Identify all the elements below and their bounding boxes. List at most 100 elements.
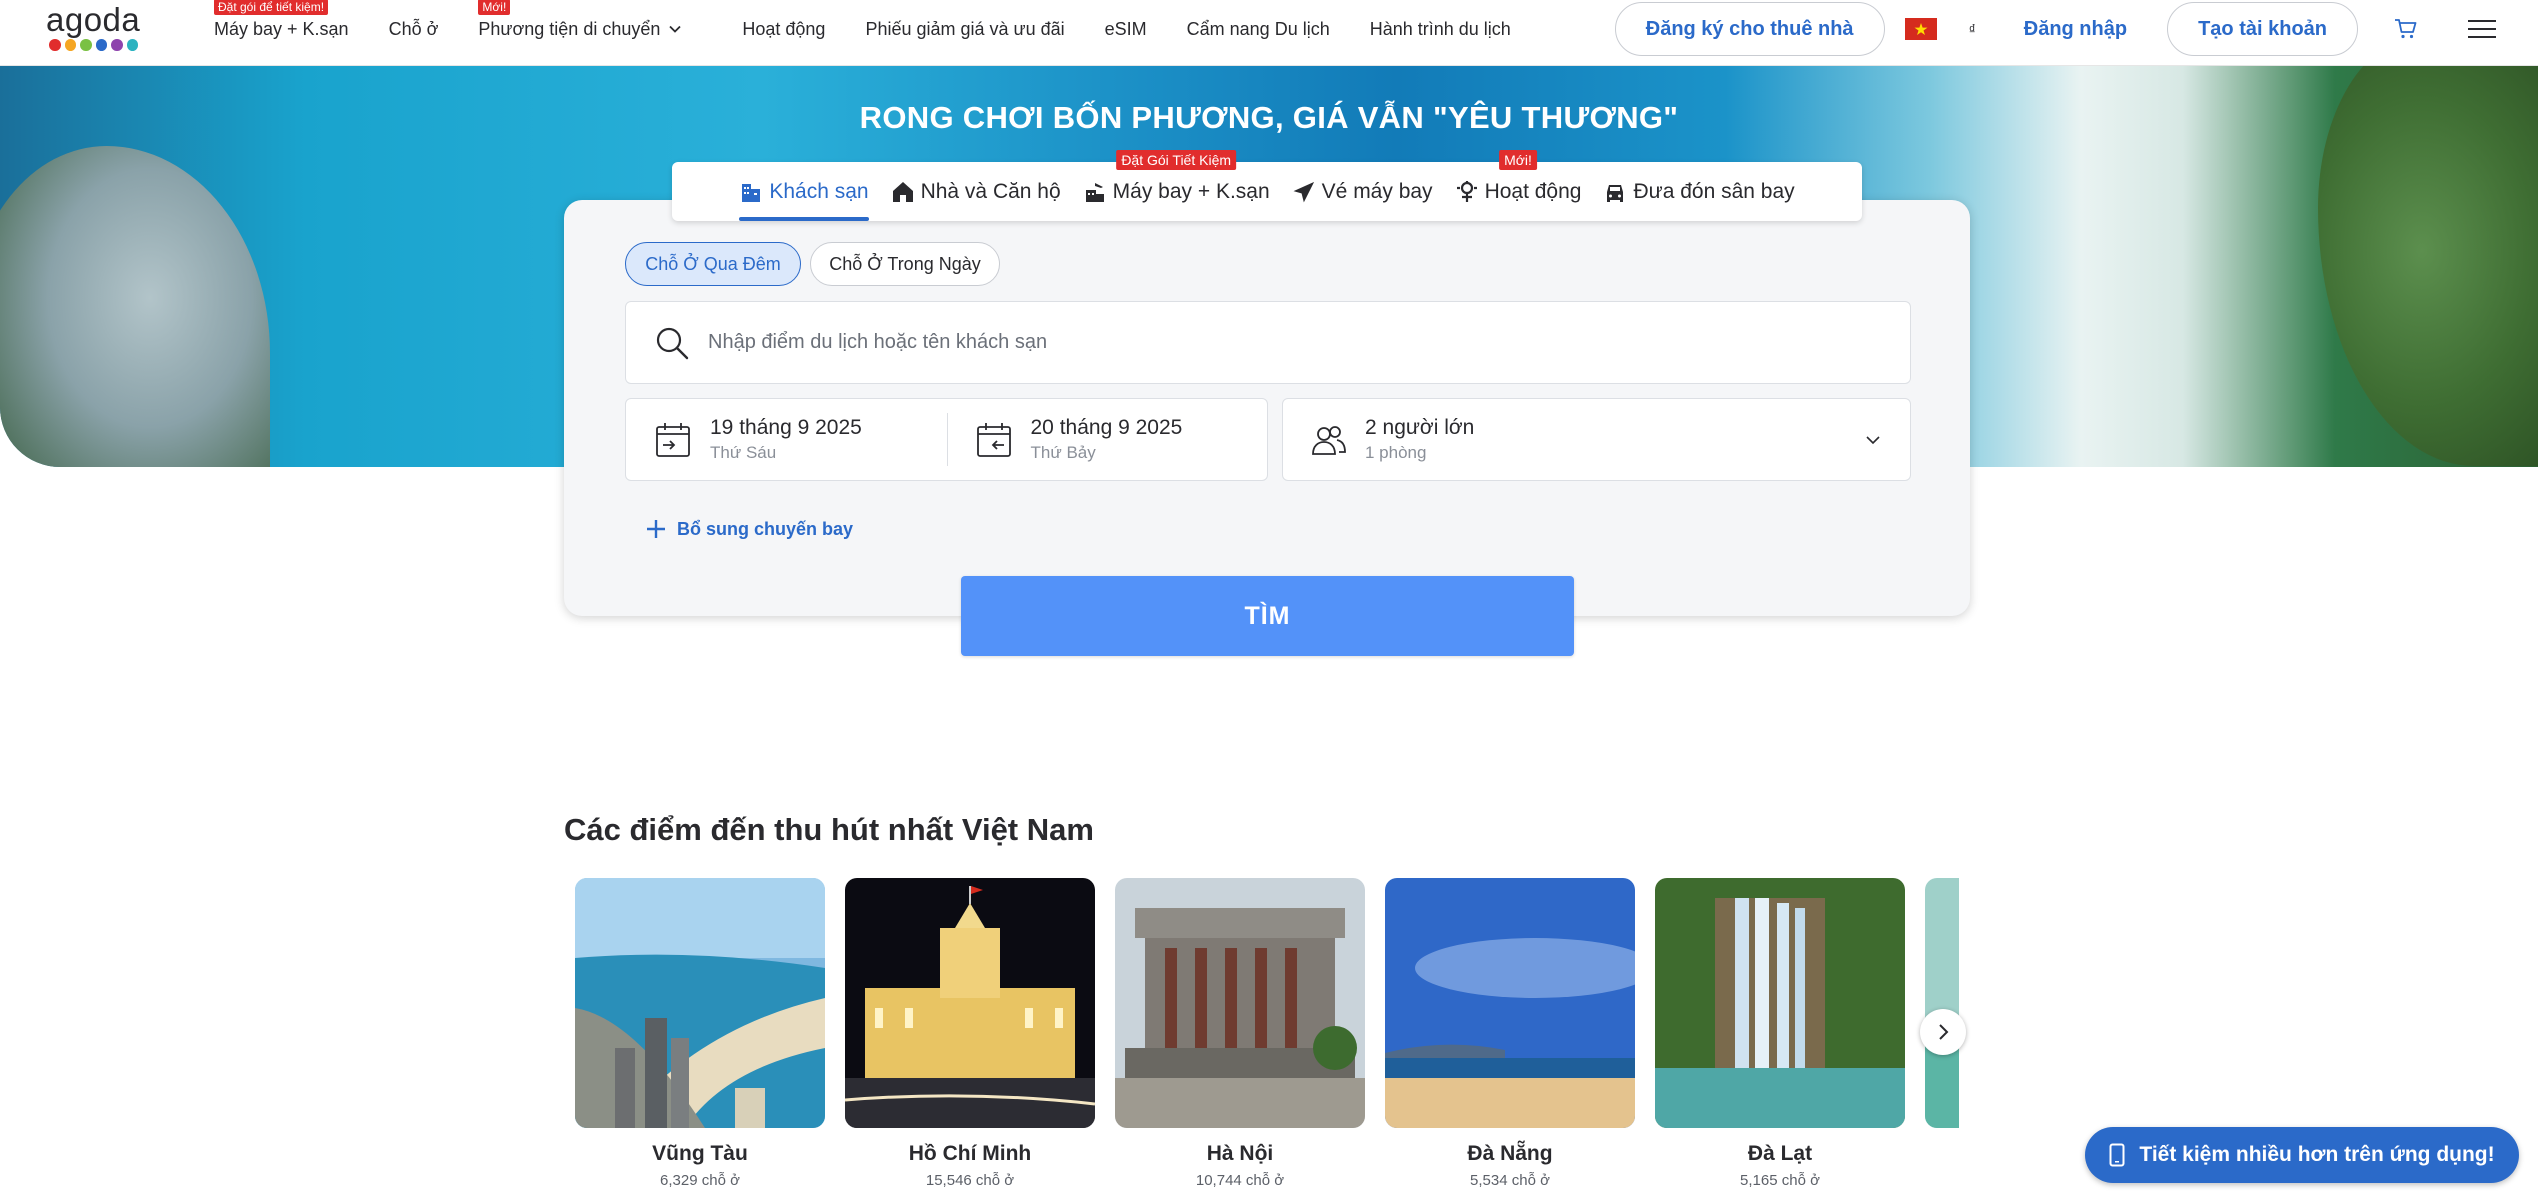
destination-image xyxy=(845,878,1095,1128)
check-in-date: 19 tháng 9 2025 xyxy=(710,416,862,439)
nav-label: Phiếu giảm giá và ưu đãi xyxy=(865,18,1065,39)
destination-count: 15,546 chỗ ở xyxy=(925,1172,1015,1189)
destination-name: Hồ Chí Minh xyxy=(908,1142,1032,1165)
calendar-checkin-icon xyxy=(656,422,690,457)
destination-card-partial[interactable] xyxy=(1925,878,1959,1128)
destination-count: 5,165 chỗ ở xyxy=(1740,1172,1820,1189)
destination-count: 5,534 chỗ ở xyxy=(1470,1172,1550,1189)
search-card: Chỗ Ở Qua Đêm Chỗ Ở Trong Ngày 19 tháng … xyxy=(564,200,1970,616)
destination-card-da-nang[interactable]: Đà Nẵng 5,534 chỗ ở xyxy=(1385,878,1635,1189)
nav-accommodation[interactable]: Chỗ ở xyxy=(389,0,439,58)
guests-room-selector[interactable]: 2 người lớn 1 phòng xyxy=(1282,398,1911,481)
tab-homes[interactable]: Nhà và Căn hộ xyxy=(891,162,1061,221)
nav-esim[interactable]: eSIM xyxy=(1105,0,1147,58)
nav-flight-hotel[interactable]: Đặt gói để tiết kiệm! Máy bay + K.sạn xyxy=(214,0,349,58)
destination-name: Hà Nội xyxy=(1206,1142,1274,1165)
tab-label: Đưa đón sân bay xyxy=(1633,179,1795,203)
destination-name: Vũng Tàu xyxy=(652,1142,748,1165)
destination-card-ha-noi[interactable]: Hà Nội 10,744 chỗ ở xyxy=(1115,878,1365,1189)
currency-selector[interactable]: ₫ xyxy=(1969,21,1976,37)
destination-card-ho-chi-minh[interactable]: Hồ Chí Minh 15,546 chỗ ở xyxy=(845,878,1095,1189)
destinations-title: Các điểm đến thu hút nhất Việt Nam xyxy=(564,812,1094,847)
flight-hotel-icon xyxy=(1085,182,1104,202)
destination-image xyxy=(1385,878,1635,1128)
destination-input[interactable] xyxy=(708,331,1910,354)
nav-activities[interactable]: Hoạt động xyxy=(742,0,825,58)
destination-name: Đà Nẵng xyxy=(1467,1142,1553,1165)
hamburger-menu-icon[interactable] xyxy=(2468,18,2496,40)
phone-icon xyxy=(2109,1143,2125,1167)
tab-label: Máy bay + K.sạn xyxy=(1112,179,1270,203)
agoda-logo[interactable]: agoda xyxy=(46,1,141,56)
day-use-toggle[interactable]: Chỗ Ở Trong Ngày xyxy=(810,242,1000,286)
nav-itinerary[interactable]: Hành trình du lịch xyxy=(1370,0,1511,58)
tab-label: Khách sạn xyxy=(769,179,869,203)
vietnam-flag-icon[interactable] xyxy=(1904,18,1937,40)
destination-image xyxy=(1925,878,1959,1128)
destination-count: 10,744 chỗ ở xyxy=(1195,1172,1285,1189)
nav-label: Cẩm nang Du lịch xyxy=(1186,18,1330,39)
check-out-day: Thứ Bảy xyxy=(1030,443,1096,462)
home-icon xyxy=(892,181,913,202)
nav-label: Phương tiện di chuyển xyxy=(478,18,661,39)
cart-icon[interactable] xyxy=(2394,18,2418,40)
destination-card-da-lat[interactable]: Đà Lạt 5,165 chỗ ở xyxy=(1655,878,1905,1189)
tab-badge: Đặt Gói Tiết Kiệm xyxy=(1116,150,1237,170)
tab-activities[interactable]: Mới! Hoạt động xyxy=(1455,150,1582,221)
create-account-button[interactable]: Tạo tài khoản xyxy=(2167,2,2358,56)
search-button[interactable]: TÌM xyxy=(961,576,1574,656)
add-flight-label: Bổ sung chuyến bay xyxy=(677,518,854,539)
plus-icon xyxy=(647,520,665,538)
tab-flights[interactable]: Vé máy bay xyxy=(1292,162,1433,221)
destination-image xyxy=(575,878,825,1128)
nav-label: Hành trình du lịch xyxy=(1369,18,1511,39)
destination-image xyxy=(1115,878,1365,1128)
chevron-down-icon xyxy=(669,25,682,33)
check-out-text: 20 tháng 9 2025 Thứ Bảy xyxy=(1031,416,1183,463)
tab-hotels[interactable]: Khách sạn xyxy=(739,162,869,221)
tab-label: Hoạt động xyxy=(1484,179,1582,203)
destination-count: 6,329 chỗ ở xyxy=(660,1172,740,1189)
app-download-banner[interactable]: Tiết kiệm nhiều hơn trên ứng dụng! xyxy=(2085,1127,2519,1183)
overnight-stay-toggle[interactable]: Chỗ Ở Qua Đêm xyxy=(625,242,801,286)
nav-badge: Đặt gói để tiết kiệm! xyxy=(214,0,329,15)
header-actions: Đăng ký cho thuê nhà ₫ Đăng nhập Tạo tài… xyxy=(1614,0,2538,58)
destination-card-vung-tau[interactable]: Vũng Tàu 6,329 chỗ ở xyxy=(575,878,825,1189)
nav-travel-guide[interactable]: Cẩm nang Du lịch xyxy=(1187,0,1330,58)
tab-airport-transfer[interactable]: Đưa đón sân bay xyxy=(1603,162,1795,221)
logo-dots xyxy=(49,39,138,51)
destination-image xyxy=(1655,878,1905,1128)
add-flight-button[interactable]: Bổ sung chuyến bay xyxy=(645,518,853,540)
car-icon xyxy=(1607,184,1624,202)
carousel-next-button[interactable] xyxy=(1920,1009,1966,1055)
hero-rock-left xyxy=(0,146,270,467)
nav-label: Chỗ ở xyxy=(388,18,439,39)
check-in-field[interactable]: 19 tháng 9 2025 Thứ Sáu xyxy=(626,399,947,480)
check-out-date: 20 tháng 9 2025 xyxy=(1030,416,1183,439)
check-out-field[interactable]: 20 tháng 9 2025 Thứ Bảy xyxy=(946,399,1268,480)
destinations-carousel: Vũng Tàu 6,329 chỗ ở Hồ Chí Minh 15,546 … xyxy=(575,878,1959,1199)
list-property-button[interactable]: Đăng ký cho thuê nhà xyxy=(1614,2,1885,56)
tab-flight-hotel[interactable]: Đặt Gói Tiết Kiệm Máy bay + K.sạn xyxy=(1083,150,1270,221)
nav-label: eSIM xyxy=(1104,18,1147,39)
people-icon xyxy=(1312,425,1346,455)
nav-label: Máy bay + K.sạn xyxy=(214,18,349,39)
login-link[interactable]: Đăng nhập xyxy=(2024,18,2127,41)
nav-transport[interactable]: Mới! Phương tiện di chuyển xyxy=(478,0,682,58)
search-icon xyxy=(656,327,689,359)
hotel-icon xyxy=(742,183,761,202)
chevron-down-icon xyxy=(1866,436,1880,445)
nav-badge: Mới! xyxy=(478,0,511,15)
check-in-text: 19 tháng 9 2025 Thứ Sáu xyxy=(710,416,862,463)
rooms-count: 1 phòng xyxy=(1365,443,1427,462)
hero-title: RONG CHƠI BỐN PHƯƠNG, GIÁ VẪN "YÊU THƯƠN… xyxy=(859,100,1679,135)
chevron-right-icon xyxy=(1939,1024,1949,1040)
nav-coupons[interactable]: Phiếu giảm giá và ưu đãi xyxy=(865,0,1064,58)
product-tabs: Khách sạn Nhà và Căn hộ Đặt Gói Tiết Kiệ… xyxy=(672,150,1862,221)
tab-label: Vé máy bay xyxy=(1321,179,1433,203)
tab-label: Nhà và Căn hộ xyxy=(920,179,1061,203)
check-in-day: Thứ Sáu xyxy=(710,443,777,462)
logo-text: agoda xyxy=(46,1,141,38)
destination-search-box[interactable] xyxy=(625,301,1911,384)
tab-badge: Mới! xyxy=(1499,150,1537,170)
